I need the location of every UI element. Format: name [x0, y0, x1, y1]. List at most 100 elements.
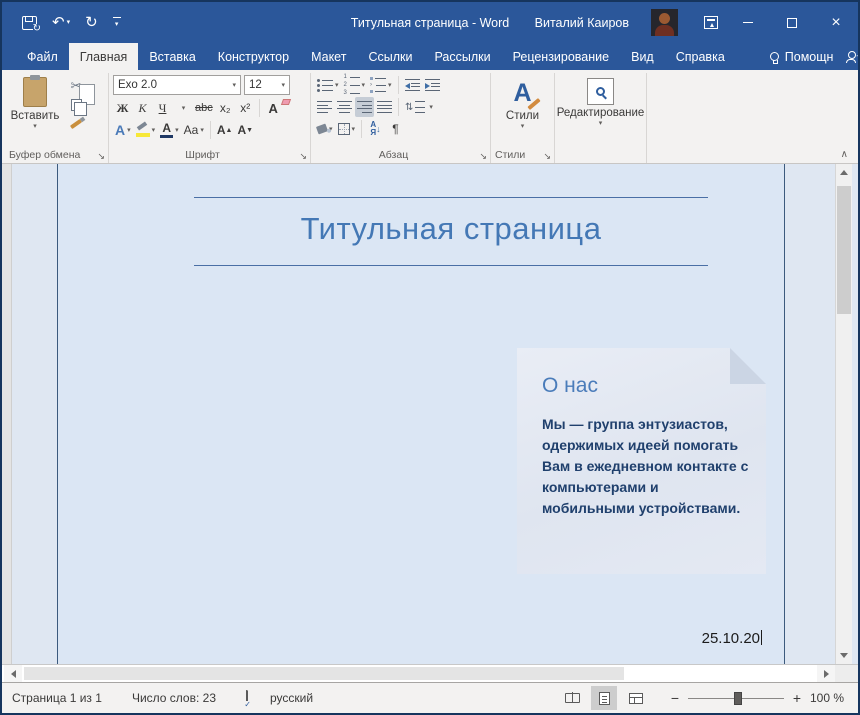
- bullets-button[interactable]: ▾: [315, 75, 341, 95]
- sort-button[interactable]: АЯ ↓: [366, 119, 385, 139]
- text-effects-button[interactable]: А ▾: [113, 120, 133, 140]
- paste-dropdown-icon[interactable]: ▾: [33, 122, 37, 130]
- proofing-button[interactable]: ✓: [240, 691, 254, 705]
- editing-button[interactable]: Редактирование ▾: [559, 75, 642, 146]
- scroll-right-button[interactable]: [817, 665, 835, 682]
- zoom-slider-thumb[interactable]: [734, 692, 742, 705]
- font-color-button[interactable]: А ▾: [158, 120, 181, 140]
- bullets-icon: [317, 79, 333, 92]
- text-cursor: [761, 630, 762, 645]
- highlight-button[interactable]: ▾: [134, 120, 158, 140]
- styles-dialog-launcher[interactable]: ↘: [543, 152, 551, 161]
- zoom-out-button[interactable]: −: [666, 690, 684, 706]
- grow-font-button[interactable]: А▲: [215, 120, 235, 140]
- ribbon-display-options-icon[interactable]: [704, 16, 718, 29]
- arrow-right-icon: [824, 670, 829, 678]
- tab-help[interactable]: Справка: [665, 43, 736, 70]
- minimize-icon: [743, 22, 753, 23]
- tab-review[interactable]: Рецензирование: [502, 43, 621, 70]
- show-paragraph-marks-button[interactable]: ¶: [386, 119, 405, 139]
- font-size-dropdown-icon[interactable]: ▾: [277, 81, 285, 89]
- paragraph-dialog-launcher[interactable]: ↘: [479, 152, 487, 161]
- font-size-combo[interactable]: 12 ▾: [244, 75, 290, 95]
- document-page[interactable]: Титульная страница О нас Мы — группа энт…: [57, 164, 785, 664]
- multilevel-list-button[interactable]: › ▾: [368, 75, 394, 95]
- vertical-scrollbar-thumb[interactable]: [837, 186, 851, 314]
- share-button[interactable]: Поделиться: [839, 43, 860, 70]
- tab-references[interactable]: Ссылки: [357, 43, 423, 70]
- undo-button[interactable]: ↶ ▾: [52, 15, 70, 30]
- document-title-text[interactable]: Титульная страница: [194, 211, 708, 247]
- user-avatar[interactable]: [651, 9, 678, 36]
- zoom-in-button[interactable]: +: [788, 690, 806, 706]
- close-button[interactable]: ×: [814, 8, 858, 38]
- tab-layout[interactable]: Макет: [300, 43, 357, 70]
- change-case-button[interactable]: Aa ▾: [182, 120, 206, 140]
- increase-indent-button[interactable]: [423, 75, 442, 95]
- tab-file[interactable]: Файл: [16, 43, 69, 70]
- zoom-slider[interactable]: [688, 698, 784, 699]
- tab-design[interactable]: Конструктор: [207, 43, 300, 70]
- underline-button[interactable]: Ч: [153, 98, 172, 118]
- about-heading[interactable]: О нас: [542, 374, 598, 398]
- search-icon: [587, 78, 614, 105]
- shrink-font-button[interactable]: А▼: [235, 120, 255, 140]
- scroll-left-button[interactable]: [4, 665, 22, 682]
- superscript-button[interactable]: x²: [236, 98, 255, 118]
- strikethrough-button[interactable]: abc: [193, 98, 215, 118]
- save-icon: ↻: [22, 16, 37, 30]
- print-layout-button[interactable]: [591, 686, 617, 710]
- group-styles: А Стили ▾ Стили ↘: [491, 73, 555, 163]
- language-indicator[interactable]: русский: [264, 691, 319, 705]
- font-name-dropdown-icon[interactable]: ▾: [228, 81, 236, 89]
- borders-button[interactable]: ▾: [336, 119, 358, 139]
- tab-mailings[interactable]: Рассылки: [423, 43, 501, 70]
- numbering-button[interactable]: 1 2 3 ▾: [342, 75, 368, 95]
- font-dialog-launcher[interactable]: ↘: [299, 152, 307, 161]
- font-name-combo[interactable]: Exo 2.0 ▾: [113, 75, 241, 95]
- zoom-percentage[interactable]: 100 %: [806, 691, 858, 705]
- vertical-scrollbar[interactable]: [835, 164, 852, 664]
- web-layout-button[interactable]: [623, 686, 649, 710]
- word-count[interactable]: Число слов: 23: [126, 691, 222, 705]
- align-right-button[interactable]: [355, 97, 374, 117]
- shading-button[interactable]: ▾: [315, 119, 335, 139]
- undo-dropdown-icon[interactable]: ▾: [67, 19, 71, 26]
- scroll-up-button[interactable]: [836, 164, 852, 181]
- tab-home[interactable]: Главная: [69, 43, 139, 70]
- horizontal-scrollbar[interactable]: [2, 664, 835, 682]
- subscript-button[interactable]: x₂: [216, 98, 235, 118]
- collapse-ribbon-button[interactable]: ∧: [841, 149, 848, 160]
- redo-button[interactable]: ↻: [85, 15, 98, 30]
- about-card[interactable]: О нас Мы — группа энтузиастов, одержимых…: [517, 348, 766, 574]
- save-button[interactable]: ↻: [22, 16, 37, 30]
- bold-button[interactable]: Ж: [113, 98, 132, 118]
- format-painter-button[interactable]: [65, 115, 87, 132]
- about-body-text[interactable]: Мы — группа энтузиастов, одержимых идеей…: [542, 414, 750, 519]
- paste-button[interactable]: Вставить ▾: [9, 75, 61, 146]
- maximize-button[interactable]: [770, 8, 814, 38]
- tell-me-button[interactable]: Помощн: [764, 43, 840, 70]
- read-mode-button[interactable]: [559, 686, 585, 710]
- align-center-button[interactable]: [335, 97, 354, 117]
- clipboard-dialog-launcher[interactable]: ↘: [97, 152, 105, 161]
- line-spacing-button[interactable]: ⇅ ▾: [403, 97, 435, 117]
- align-left-button[interactable]: [315, 97, 334, 117]
- italic-button[interactable]: К: [133, 98, 152, 118]
- justify-button[interactable]: [375, 97, 394, 117]
- user-name[interactable]: Виталий Каиров: [535, 16, 629, 30]
- underline-dropdown-icon[interactable]: ▾: [182, 104, 186, 112]
- line-spacing-icon: ⇅: [405, 102, 413, 113]
- tab-view[interactable]: Вид: [620, 43, 665, 70]
- scroll-down-button[interactable]: [836, 647, 852, 664]
- customize-qat-button[interactable]: ▾: [113, 17, 121, 28]
- decrease-indent-button[interactable]: [403, 75, 422, 95]
- tab-insert[interactable]: Вставка: [138, 43, 206, 70]
- document-date[interactable]: 25.10.20: [702, 630, 762, 647]
- styles-button[interactable]: А Стили ▾: [495, 75, 550, 146]
- minimize-button[interactable]: [726, 8, 770, 38]
- clear-formatting-button[interactable]: А: [264, 98, 283, 118]
- multilevel-list-icon: ›: [370, 77, 386, 93]
- horizontal-scrollbar-thumb[interactable]: [24, 667, 624, 680]
- page-count[interactable]: Страница 1 из 1: [2, 691, 108, 705]
